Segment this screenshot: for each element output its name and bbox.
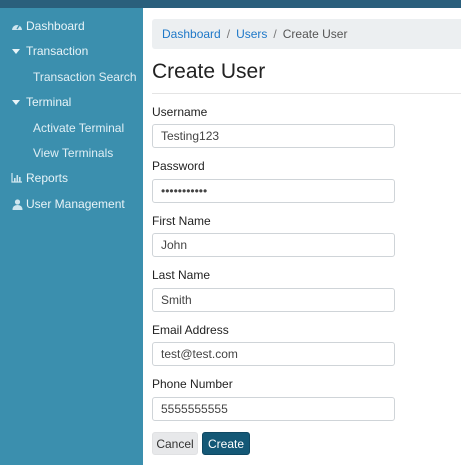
sidebar-item-label: Transaction xyxy=(26,44,89,58)
cancel-button[interactable]: Cancel xyxy=(152,432,198,455)
sidebar-item-transaction[interactable]: Transaction xyxy=(0,40,88,62)
breadcrumb: Dashboard / Users / Create User xyxy=(152,19,461,49)
sidebar-item-label: Terminal xyxy=(26,95,72,109)
phone-field[interactable] xyxy=(152,397,395,421)
breadcrumb-link-dashboard[interactable]: Dashboard xyxy=(162,27,221,41)
create-button[interactable]: Create xyxy=(202,432,250,455)
sidebar-item-reports[interactable]: Reports xyxy=(0,167,68,189)
breadcrumb-separator: / xyxy=(273,27,277,41)
sidebar-item-label: Reports xyxy=(26,171,69,185)
breadcrumb-link-users[interactable]: Users xyxy=(236,27,267,41)
email-field[interactable] xyxy=(152,342,395,366)
sidebar: Dashboard Transaction Transaction Search… xyxy=(0,8,143,465)
sidebar-item-label: Activate Terminal xyxy=(33,121,125,135)
sidebar-item-activate-terminal[interactable]: Activate Terminal xyxy=(0,117,124,139)
chevron-down-icon xyxy=(12,99,20,105)
sidebar-item-label: Transaction Search xyxy=(33,70,137,84)
sidebar-item-terminal[interactable]: Terminal xyxy=(0,91,71,113)
chevron-down-icon xyxy=(12,48,20,54)
password-label: Password xyxy=(152,159,205,173)
password-field[interactable] xyxy=(152,179,395,203)
top-bar xyxy=(0,0,461,8)
bar-chart-icon xyxy=(11,172,23,184)
sidebar-item-label: User Management xyxy=(26,197,125,211)
breadcrumb-current: Create User xyxy=(282,27,348,41)
sidebar-item-transaction-search[interactable]: Transaction Search xyxy=(0,66,137,88)
username-label: Username xyxy=(152,105,208,119)
first-name-field[interactable] xyxy=(152,233,395,257)
last-name-label: Last Name xyxy=(152,268,211,282)
sidebar-item-view-terminals[interactable]: View Terminals xyxy=(0,142,113,164)
user-icon xyxy=(11,198,23,210)
sidebar-item-user-management[interactable]: User Management xyxy=(0,193,125,215)
last-name-field[interactable] xyxy=(152,288,395,312)
page-title: Create User xyxy=(152,60,266,83)
phone-label: Phone Number xyxy=(152,377,233,391)
sidebar-item-label: View Terminals xyxy=(33,146,114,160)
sidebar-item-dashboard[interactable]: Dashboard xyxy=(0,15,85,37)
email-label: Email Address xyxy=(152,323,229,337)
sidebar-item-label: Dashboard xyxy=(26,19,85,33)
title-divider xyxy=(152,93,461,94)
main-content: Dashboard / Users / Create User Create U… xyxy=(143,8,461,465)
breadcrumb-separator: / xyxy=(226,27,231,41)
first-name-label: First Name xyxy=(152,214,211,228)
dashboard-icon xyxy=(11,20,23,32)
username-field[interactable] xyxy=(152,124,395,148)
